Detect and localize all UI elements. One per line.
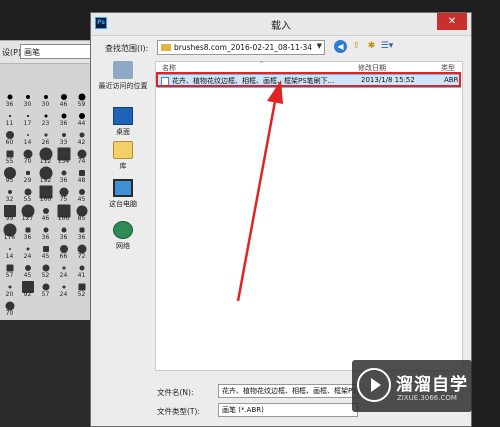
annotation-arrow-line <box>236 95 278 302</box>
play-icon <box>371 378 381 392</box>
watermark-url: ZIXUE.3066.COM <box>397 394 457 402</box>
annotation-arrow-head <box>267 80 283 104</box>
watermark: 溜溜自学 ZIXUE.3066.COM <box>352 360 472 412</box>
watermark-logo <box>357 368 391 402</box>
watermark-name: 溜溜自学 <box>396 375 468 395</box>
